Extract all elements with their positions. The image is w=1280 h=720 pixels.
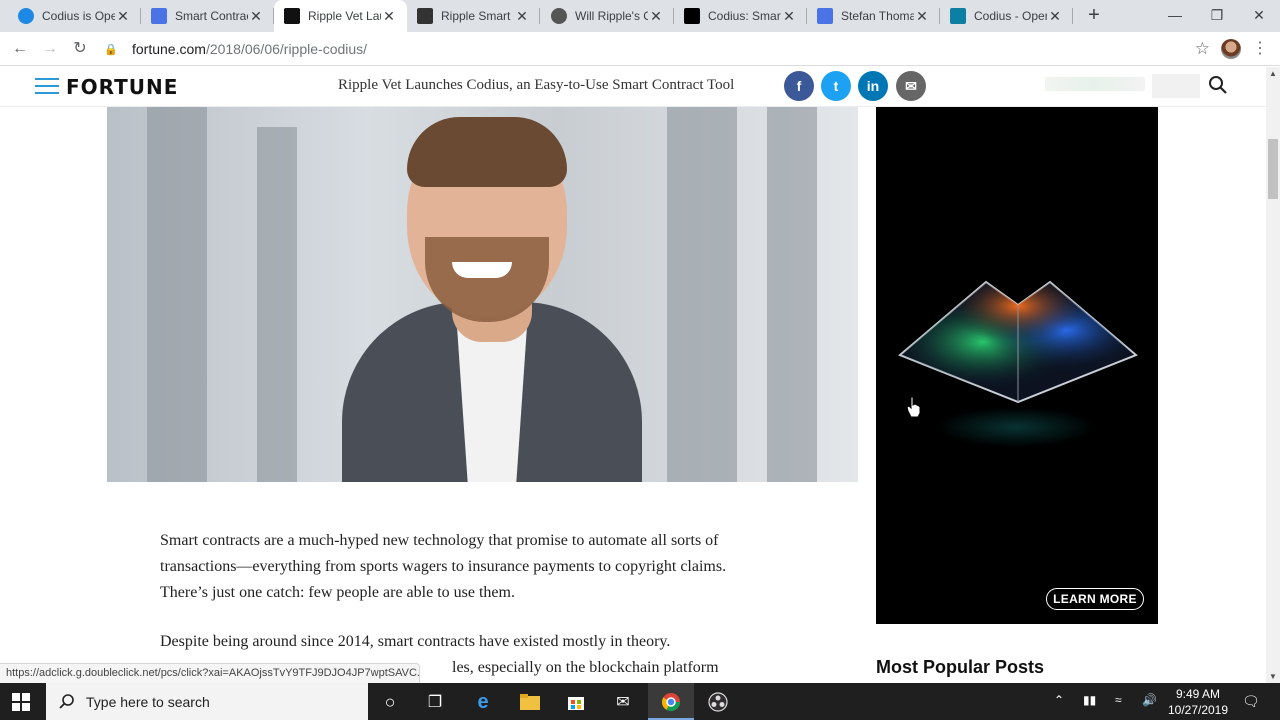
new-tab-button[interactable]: + (1082, 4, 1106, 28)
reload-icon[interactable]: ↻ (69, 38, 91, 60)
minimize-icon[interactable]: — (1152, 0, 1198, 30)
article-paragraph-2-continued: les, especially on the blockchain platfo… (452, 659, 719, 676)
search-icon[interactable] (1208, 75, 1228, 95)
close-window-icon[interactable]: ✕ (1236, 0, 1280, 30)
tab-title: Codius - Oper (974, 9, 1047, 23)
forward-arrow-icon[interactable]: → (39, 38, 61, 60)
taskbar-clock[interactable]: 9:49 AM 10/27/2019 (1166, 686, 1230, 718)
ethereum-icon (817, 8, 833, 24)
tab-title: Will Ripple's C (575, 9, 648, 23)
taskbar-search-placeholder: Type here to search (86, 693, 210, 710)
hero-image (107, 107, 858, 482)
ripple-icon (18, 8, 34, 24)
tab-title: Codius: Smart (708, 9, 781, 23)
header-ad-box (1152, 74, 1200, 98)
clock-date: 10/27/2019 (1167, 703, 1229, 717)
tab-close-icon[interactable]: ✕ (248, 8, 264, 24)
lock-icon: 🔒 (104, 43, 118, 56)
browser-tab[interactable]: Codius - Oper ✕ (940, 0, 1073, 32)
address-bar[interactable]: 🔒 fortune.com/2018/06/06/ripple-codius/ … (104, 35, 1210, 63)
facebook-share-button[interactable]: f (784, 71, 814, 101)
header-headline: Ripple Vet Launches Codius, an Easy-to-U… (338, 77, 735, 93)
hand-cursor-icon (906, 396, 921, 418)
hamburger-menu-icon[interactable] (35, 78, 59, 94)
tab-title: Ripple Smart C (441, 9, 514, 23)
scroll-up-icon[interactable]: ▲ (1269, 69, 1277, 78)
email-share-button[interactable]: ✉ (896, 71, 926, 101)
browser-toolbar: ← → ↻ 🔒 fortune.com/2018/06/06/ripple-co… (0, 32, 1280, 66)
store-icon[interactable] (563, 689, 589, 715)
fortune-icon (284, 8, 300, 24)
article-paragraph-2: Despite being around since 2014, smart c… (160, 633, 671, 650)
back-arrow-icon[interactable]: ← (9, 38, 31, 60)
tab-separator (1072, 8, 1073, 24)
tab-close-icon[interactable]: ✕ (1047, 8, 1063, 24)
site-header: FORTUNE Ripple Vet Launches Codius, an E… (0, 67, 1266, 107)
tab-strip: Codius is Oper ✕ Smart Contrac ✕ Ripple Vet … (0, 0, 1280, 32)
advertisement[interactable]: LEARN MORE (876, 107, 1158, 624)
browser-tab[interactable]: Ripple Vet Lau ✕ (274, 0, 407, 32)
twitter-share-button[interactable]: t (821, 71, 851, 101)
edge-browser-icon[interactable]: e (470, 689, 496, 715)
tab-close-icon[interactable]: ✕ (115, 8, 131, 24)
tab-close-icon[interactable]: ✕ (781, 8, 797, 24)
foldable-phone-image (898, 280, 1138, 404)
codius-icon (950, 8, 966, 24)
cortana-icon[interactable]: ○ (377, 689, 403, 715)
obs-icon[interactable] (705, 689, 731, 715)
bookmark-star-icon[interactable]: ☆ (1195, 39, 1210, 59)
tab-close-icon[interactable]: ✕ (648, 8, 664, 24)
tab-title: Codius is Oper (42, 9, 115, 23)
article-paragraph-1: Smart contracts are a much-hyped new tec… (160, 532, 727, 601)
tab-title: Smart Contrac (175, 9, 248, 23)
browser-menu-icon[interactable]: ⋮ (1252, 38, 1268, 60)
windows-taskbar: Type here to search ○ ❐ e ✉ ⌃ ▮▮ ≈ 🔊 9:4… (0, 683, 1280, 720)
learn-more-button[interactable]: LEARN MORE (1046, 588, 1144, 610)
browser-tab[interactable]: Will Ripple's C ✕ (541, 0, 674, 32)
windows-start-icon[interactable] (12, 693, 30, 711)
url-path: /2018/06/06/ripple-codius/ (205, 41, 368, 57)
tab-close-icon[interactable]: ✕ (914, 8, 930, 24)
notifications-icon[interactable]: 🗨 (1242, 693, 1260, 710)
scrollbar-thumb[interactable] (1268, 139, 1278, 199)
link-status-bubble: https://adclick.g.doubleclick.net/pcs/cl… (0, 663, 420, 683)
profile-avatar[interactable] (1221, 39, 1241, 59)
globe-icon (551, 8, 567, 24)
scroll-down-icon[interactable]: ▼ (1269, 672, 1277, 681)
browser-tab[interactable]: Ripple Smart C✕ (407, 0, 540, 32)
wifi-icon[interactable]: ≈ (1115, 693, 1122, 707)
tab-close-icon[interactable]: ✕ (514, 8, 530, 24)
file-explorer-icon[interactable] (517, 689, 543, 715)
task-view-icon[interactable]: ❐ (422, 689, 448, 715)
volume-icon[interactable]: 🔊 (1142, 693, 1157, 707)
url-host: fortune.com (132, 41, 206, 57)
chrome-icon[interactable] (658, 689, 684, 715)
ethereum-icon (151, 8, 167, 24)
restore-icon[interactable]: ❐ (1194, 0, 1240, 30)
fortune-logo[interactable]: FORTUNE (66, 75, 178, 99)
linkedin-share-button[interactable]: in (858, 71, 888, 101)
ad-glow (936, 407, 1096, 447)
most-popular-heading: Most Popular Posts (876, 657, 1045, 677)
ripple-smart-icon (417, 8, 433, 24)
browser-tab[interactable]: Smart Contrac ✕ (141, 0, 274, 32)
header-ad-strip (1045, 77, 1145, 91)
page-scrollbar[interactable]: ▲ ▼ (1266, 67, 1280, 683)
tab-close-icon[interactable]: ✕ (381, 8, 397, 24)
battery-icon[interactable]: ▮▮ (1083, 693, 1096, 707)
browser-tab[interactable]: Codius is Oper ✕ (8, 0, 141, 32)
taskbar-search-box[interactable]: Type here to search (46, 683, 368, 720)
tray-chevron-icon[interactable]: ⌃ (1054, 693, 1064, 707)
tab-title: Ripple Vet Lau (308, 9, 381, 23)
mail-icon[interactable]: ✉ (610, 689, 636, 715)
taskbar-search-icon (59, 693, 74, 709)
tab-title: Stefan Thomas (841, 9, 914, 23)
browser-tab[interactable]: Codius: Smart ✕ (674, 0, 807, 32)
medium-icon (684, 8, 700, 24)
clock-time: 9:49 AM (1175, 687, 1221, 701)
browser-tab[interactable]: Stefan Thomas✕ (807, 0, 940, 32)
tab-separator (539, 8, 540, 24)
